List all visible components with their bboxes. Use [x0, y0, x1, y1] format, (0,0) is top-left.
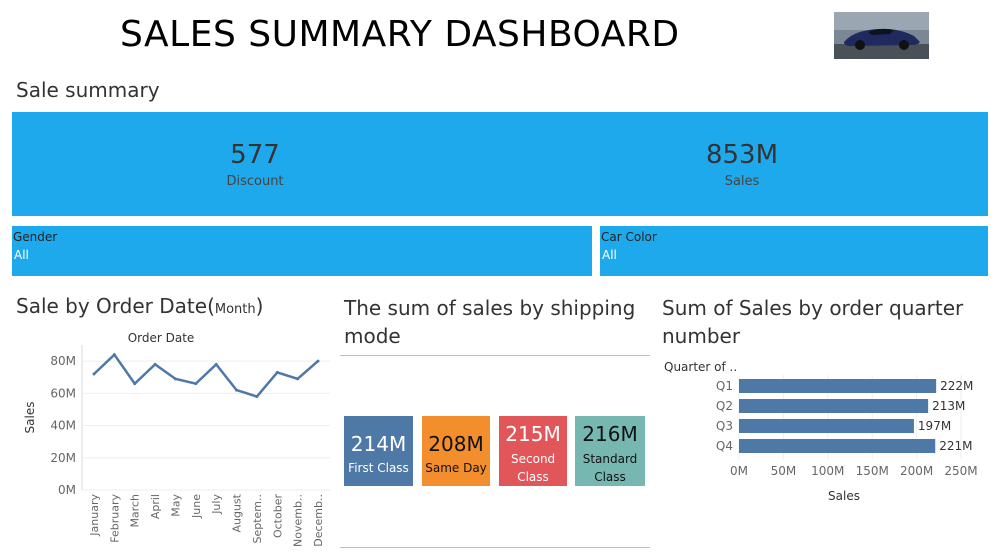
car-color-filter[interactable]: Car Color All [600, 226, 988, 276]
line-panel-title: Sale by Order Date(Month) [16, 294, 264, 318]
bar-chart-x-tick: 50M [771, 464, 797, 478]
quarter-panel-title: Sum of Sales by order quarter number [662, 294, 963, 350]
same-day-label: Same Day [425, 461, 487, 475]
gender-filter-title: Gender [13, 230, 58, 244]
shipping-card-second-class: 215M Second Class [499, 416, 567, 486]
quarter-title-line2: number [662, 324, 741, 348]
car-color-filter-value[interactable]: All [602, 248, 617, 262]
bar-chart-value-label: 197M [918, 419, 951, 433]
line-chart-point [92, 372, 96, 376]
line-chart-point [296, 377, 300, 381]
shipping-card-same-day: 208M Same Day [422, 416, 490, 486]
line-chart-point [173, 377, 177, 381]
standard-class-label: Standard Class [582, 452, 638, 484]
quarter-title-line1: Sum of Sales by order quarter [662, 296, 964, 320]
sale-summary-title: Sale summary [16, 78, 160, 102]
line-chart-point [235, 388, 239, 392]
shipping-card-first-class: 214M First Class [344, 416, 413, 486]
bar-chart-category-label: Q2 [716, 399, 733, 413]
bar-chart-x-tick: 100M [811, 464, 844, 478]
line-chart-point [316, 359, 320, 363]
line-chart-x-tick: August [231, 493, 244, 532]
line-chart-y-tick: 0M [58, 483, 76, 497]
bar-chart-category-label: Q3 [716, 419, 733, 433]
line-chart-x-tick: February [108, 494, 121, 543]
line-chart-x-tick: Decemb.. [312, 494, 325, 547]
line-chart-y-label: Sales [23, 402, 37, 434]
bar-chart-value-label: 213M [932, 399, 965, 413]
line-chart-point [133, 382, 137, 386]
line-panel-title-text: Sale by Order Date [16, 294, 208, 318]
shipping-title-line2: mode [344, 324, 401, 348]
bar-chart-bar [739, 419, 914, 433]
bar-chart-x-tick: 150M [856, 464, 889, 478]
line-chart-y-tick: 80M [50, 354, 76, 368]
bar-chart-category-label: Q1 [716, 379, 733, 393]
discount-value: 577 [230, 140, 280, 170]
line-chart-x-tick: Septem.. [251, 494, 264, 544]
line-chart: Order Date 0M 20M 40M 60M 80M Sales January Febr… [23, 331, 330, 547]
sales-label: Sales [724, 174, 760, 189]
same-day-value: 208M [428, 432, 484, 456]
line-chart-y-tick: 60M [50, 386, 76, 400]
line-chart-x-tick: January [88, 494, 101, 537]
line-chart-point [112, 353, 116, 357]
line-chart-x-tick: May [169, 494, 182, 517]
second-class-label: Second Class [511, 452, 556, 484]
line-chart-x-tick: October [271, 494, 284, 538]
standard-class-value: 216M [582, 422, 638, 446]
shipping-divider-top [340, 355, 650, 356]
bar-chart-x-tick: 0M [730, 464, 748, 478]
gender-filter[interactable]: Gender All [12, 226, 592, 276]
line-chart-point [194, 382, 198, 386]
quarter-bar-chart: Quarter of .. 0M 50M 100M 150M 200M 250M Q1 222M… [664, 360, 978, 503]
shipping-card-standard-class: 216M Standard Class [575, 416, 645, 486]
line-chart-x-tick: June [190, 494, 203, 519]
line-panel-title-suffix: Month [214, 302, 256, 317]
line-chart-x-tick: March [129, 494, 142, 528]
shipping-panel-title: The sum of sales by shipping mode [344, 294, 635, 350]
bar-chart-bar [739, 439, 936, 453]
line-chart-x-tick: July [210, 494, 223, 515]
bar-chart-category-header: Quarter of .. [664, 360, 737, 374]
bar-chart-x-label: Sales [828, 489, 860, 503]
bar-chart-category-label: Q4 [716, 439, 733, 453]
line-chart-point [153, 362, 157, 366]
line-chart-title: Order Date [128, 331, 195, 345]
summary-band: 577 Discount 853M Sales [12, 112, 988, 216]
bar-chart-bar [739, 399, 929, 413]
bar-chart-value-label: 222M [940, 379, 973, 393]
discount-label: Discount [226, 174, 284, 189]
line-chart-x-tick: Novemb.. [292, 494, 305, 547]
dashboard-title: SALES SUMMARY DASHBOARD [120, 14, 680, 55]
bar-chart-value-label: 221M [939, 439, 972, 453]
shipping-title-line1: The sum of sales by shipping [344, 296, 636, 320]
line-chart-point [275, 370, 279, 374]
line-chart-point [255, 395, 259, 399]
first-class-label: First Class [348, 461, 409, 475]
shipping-divider-bottom [340, 547, 650, 548]
line-chart-x-tick: April [149, 494, 162, 519]
line-chart-point [214, 362, 218, 366]
car-image [834, 12, 929, 59]
first-class-value: 214M [350, 432, 407, 456]
sales-kpi: 853M Sales [622, 140, 862, 189]
line-chart-y-tick: 40M [50, 419, 76, 433]
gender-filter-value[interactable]: All [14, 248, 29, 262]
bar-chart-x-tick: 250M [944, 464, 977, 478]
bar-chart-x-tick: 200M [900, 464, 933, 478]
bar-chart-bar [739, 379, 937, 393]
second-class-value: 215M [505, 422, 561, 446]
sales-value: 853M [705, 140, 779, 170]
car-color-filter-title: Car Color [601, 230, 657, 244]
line-chart-y-tick: 20M [50, 451, 76, 465]
discount-kpi: 577 Discount [135, 140, 375, 189]
